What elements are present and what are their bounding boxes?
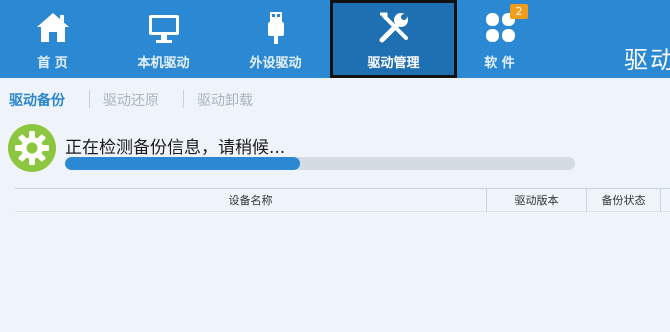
tab-driver-uninstall[interactable]: 驱动卸载 [197,90,253,110]
nav-item-local-drivers[interactable]: 本机驱动 [106,0,221,78]
nav-item-label: 驱动管理 [367,56,420,71]
tab-divider [183,90,184,108]
scan-progress-fill [65,157,300,170]
nav-item-home[interactable]: 首 页 [0,0,110,78]
nav-item-label: 本机驱动 [137,56,190,71]
scan-progress-bar [65,157,575,170]
notification-badge: 2 [510,4,528,19]
column-backup-status[interactable]: 备份状态 [587,189,661,212]
monitor-icon [148,15,179,43]
nav-item-driver-management[interactable]: 驱动管理 [330,0,457,78]
top-nav-bar: 首 页 本机驱动 外设驱动 驱动管理 2 软 件 驱动 [0,0,670,78]
nav-item-peripheral-drivers[interactable]: 外设驱动 [218,0,333,78]
nav-item-label: 外设驱动 [249,56,302,71]
home-icon [36,13,69,42]
tools-icon [379,12,408,43]
column-device-name[interactable]: 设备名称 [15,189,487,212]
column-driver-version[interactable]: 驱动版本 [487,189,587,212]
tab-driver-backup[interactable]: 驱动备份 [9,90,65,110]
backup-table-body [15,212,670,332]
tab-driver-restore[interactable]: 驱动还原 [103,90,159,110]
tab-divider [89,90,90,108]
usb-icon [267,12,284,44]
nav-item-label: 首 页 [37,56,68,71]
sub-tab-bar: 驱动备份 驱动还原 驱动卸载 [0,78,670,120]
backup-table-header: 设备名称 驱动版本 备份状态 [15,188,670,212]
scan-status-text: 正在检测备份信息，请稍候... [65,138,286,158]
nav-item-label: 软 件 [484,56,515,71]
nav-item-software[interactable]: 2 软 件 [442,0,557,78]
brand-title: 驱动 [624,46,670,74]
gear-icon [8,124,56,172]
